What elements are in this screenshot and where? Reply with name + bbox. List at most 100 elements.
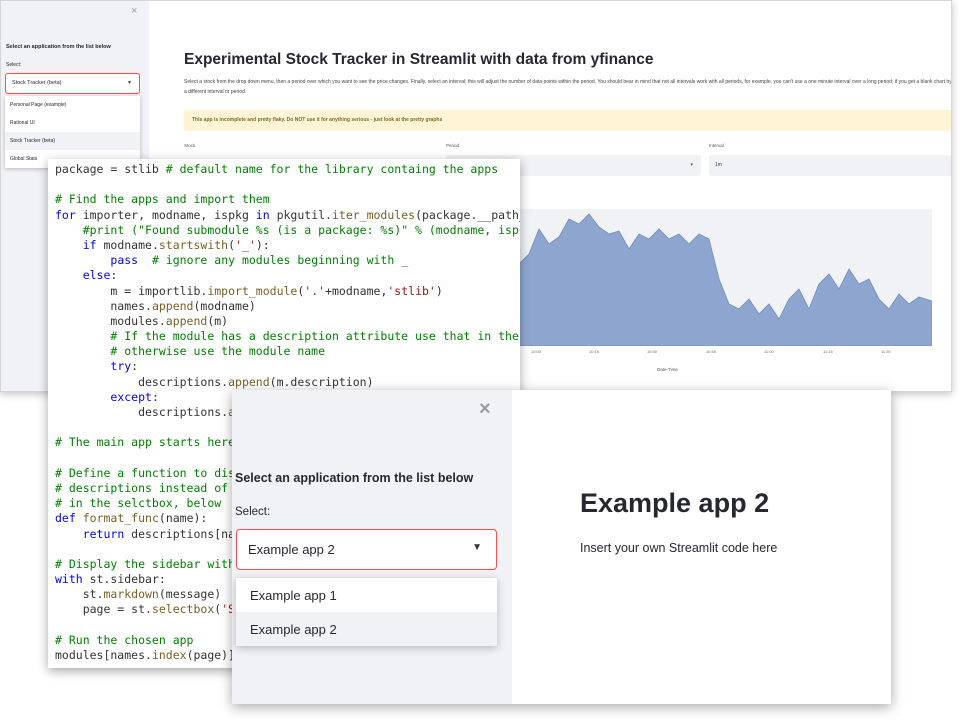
code-line: # If the module has a description attrib… [55, 329, 520, 344]
code-token: pass [110, 253, 139, 268]
code-token: st.sidebar: [82, 572, 166, 587]
code-token: pkgutil. [269, 207, 332, 222]
dropdown-option[interactable]: Personal Page (example) [5, 96, 140, 114]
code-token: #print ("Found submodule %s (is a packag… [82, 222, 520, 237]
code-token: descriptions. [55, 374, 229, 389]
x-tick-label: 10:30 [647, 349, 658, 354]
interval-field-label: Interval [709, 143, 724, 148]
code-token: # ignore any modules beginning with _ [151, 253, 409, 268]
chevron-down-icon: ▼ [472, 542, 482, 553]
x-tick-label: 10:15 [589, 349, 600, 354]
code-token: (m.description) [269, 374, 374, 389]
code-token: except [110, 389, 152, 404]
code-line: if modname.startswith('_'): [55, 238, 520, 253]
chart-x-ticks: 10:00 10:15 10:30 10:45 11:00 11:15 11:3… [519, 349, 932, 357]
code-token: else [82, 268, 111, 283]
code-token: ): [255, 237, 270, 252]
x-tick-label: 11:00 [764, 349, 774, 354]
app-options-dropdown: Example app 1 Example app 2 [236, 578, 497, 646]
code-token: index [151, 648, 187, 662]
x-tick-label: 11:15 [823, 349, 833, 354]
code-token: format_func [82, 511, 159, 526]
code-line: modules.append(m) [55, 314, 520, 329]
code-token: # default name for the library containg … [165, 162, 499, 176]
code-token: package = stlib [55, 162, 166, 176]
app-selectbox[interactable]: Stock Tracker (beta) ▼ [5, 73, 140, 94]
code-token: descriptions. [55, 405, 229, 419]
code-token: : [110, 268, 118, 283]
code-token: # Find the apps and import them [55, 192, 270, 207]
code-token: return [82, 526, 125, 541]
code-token: +modname, [325, 283, 388, 298]
x-tick-label: 10:45 [706, 349, 717, 354]
example-app-window: × Select an application from the list be… [232, 390, 891, 704]
code-token: (package.__path__): [415, 207, 520, 222]
chevron-down-icon: ▾ [690, 162, 693, 168]
code-token: with [55, 572, 83, 587]
code-line: try: [55, 359, 520, 374]
code-line: m = importlib.import_module('.'+modname,… [55, 284, 520, 299]
code-token: 'stlib' [387, 283, 436, 298]
select-label: Select: [6, 62, 22, 68]
price-area-chart [519, 209, 932, 346]
code-token: (message) [158, 587, 222, 602]
code-token: modules[names. [55, 648, 152, 662]
code-token: # The main app starts here [55, 435, 236, 450]
code-token: (modname) [193, 298, 256, 313]
code-line: # Find the apps and import them [55, 192, 520, 207]
code-token: page = st. [55, 602, 152, 617]
period-field-label: Period [446, 143, 460, 148]
code-token: append [151, 298, 194, 313]
code-token: : [151, 389, 159, 404]
dropdown-option-selected[interactable]: Example app 2 [236, 612, 497, 646]
code-token: import_module [207, 283, 298, 298]
code-token: '_' [235, 237, 256, 252]
code-line: for importer, modname, ispkg in pkgutil.… [55, 208, 520, 223]
select-label: Select: [235, 506, 271, 518]
page-title: Experimental Stock Tracker in Streamlit … [184, 51, 654, 68]
code-line: # otherwise use the module name [55, 344, 520, 359]
code-token: try [110, 359, 132, 374]
price-area-series [519, 213, 932, 346]
code-token: for [55, 207, 76, 222]
code-token: # Run the chosen app [55, 632, 194, 647]
sidebar-heading: Select an application from the list belo… [6, 44, 111, 50]
stock-field-label: Stock [184, 143, 196, 148]
close-icon[interactable]: × [131, 5, 137, 17]
selectbox-value: Example app 2 [248, 542, 335, 557]
example-app-sidebar: × Select an application from the list be… [232, 390, 512, 704]
screenshot-stage: × Select an application from the list be… [0, 0, 960, 720]
code-line: pass # ignore any modules beginning with… [55, 253, 520, 268]
code-token: (name): [158, 511, 208, 526]
code-line: package = stlib # default name for the l… [55, 162, 520, 177]
page-description: Select a stock from the drop down menu, … [184, 79, 952, 95]
code-token: def [55, 511, 76, 526]
code-line: descriptions.append(m.description) [55, 375, 520, 390]
code-line: #print ("Found submodule %s (is a packag… [55, 223, 520, 238]
sidebar-heading: Select an application from the list belo… [235, 471, 474, 485]
price-area-chart-svg [519, 213, 932, 346]
app-selectbox[interactable]: Example app 2 ▼ [236, 529, 497, 570]
code-token: ) [435, 283, 443, 298]
code-line: else: [55, 268, 520, 283]
code-token: markdown [103, 587, 159, 602]
code-token: : [131, 359, 139, 374]
warning-banner: This app is incomplete and pretty flaky.… [184, 110, 951, 131]
close-icon[interactable]: × [479, 398, 491, 421]
interval-selectbox[interactable]: 1m [709, 155, 951, 176]
dropdown-option-selected[interactable]: Stock Tracker (beta) [5, 132, 140, 150]
dropdown-option[interactable]: Rational UI [5, 114, 140, 132]
code-token: iter_modules [331, 207, 416, 222]
dropdown-option[interactable]: Example app 1 [236, 578, 497, 612]
code-token: m = importlib. [55, 283, 208, 298]
example-app-main: Example app 2 Insert your own Streamlit … [512, 390, 891, 704]
code-token: importer, modname, ispkg [75, 207, 256, 222]
